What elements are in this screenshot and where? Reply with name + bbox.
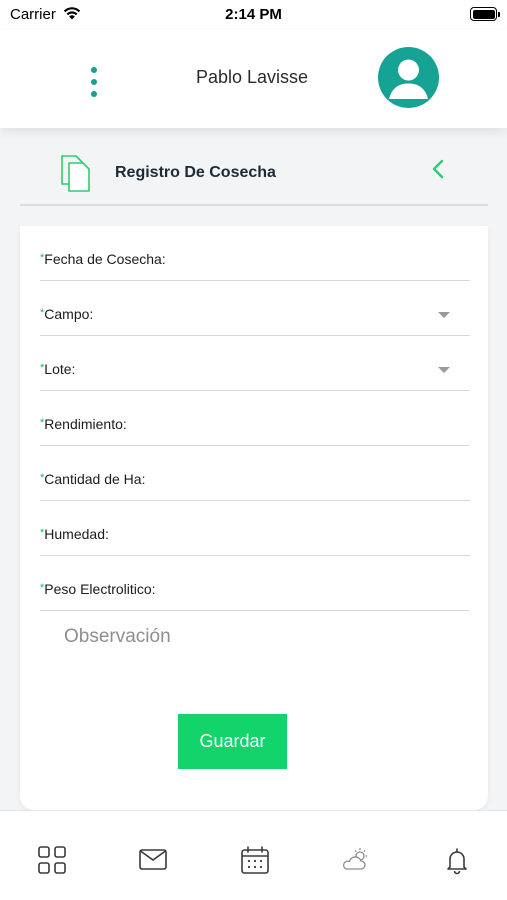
humidity-field[interactable]: *Humedad: (40, 501, 470, 556)
app-header: Pablo Lavisse (0, 30, 507, 128)
caret-down-icon[interactable] (438, 312, 450, 318)
grid-icon[interactable] (37, 845, 67, 875)
hectares-field[interactable]: *Cantidad de Ha: (40, 446, 470, 501)
more-vertical-icon[interactable] (84, 65, 104, 99)
field-label: *Lote: (40, 361, 75, 377)
page-title: Registro De Cosecha (115, 164, 276, 181)
harvest-form: *Fecha de Cosecha: *Campo: *Lote: *Rendi… (20, 226, 488, 810)
battery-icon (470, 7, 500, 21)
caret-down-icon[interactable] (438, 367, 450, 373)
field-label: *Fecha de Cosecha: (40, 251, 166, 267)
bottom-tab-bar (0, 810, 507, 900)
yield-field[interactable]: *Rendimiento: (40, 391, 470, 446)
field-label: *Humedad: (40, 526, 109, 542)
field-select[interactable]: *Campo: (40, 281, 470, 336)
field-label-text: Rendimiento: (44, 416, 127, 432)
save-button[interactable]: Guardar (178, 714, 287, 769)
field-label-text: Fecha de Cosecha: (44, 251, 166, 267)
observation-input[interactable] (40, 614, 470, 694)
clock-time: 2:14 PM (225, 6, 282, 23)
field-label-text: Cantidad de Ha: (44, 471, 146, 487)
harvest-date-field[interactable]: *Fecha de Cosecha: (40, 226, 470, 281)
field-label: *Rendimiento: (40, 416, 127, 432)
field-label-text: Peso Electrolitico: (44, 581, 156, 597)
field-label: *Cantidad de Ha: (40, 471, 145, 487)
status-bar: Carrier 2:14 PM (0, 0, 507, 30)
bell-icon[interactable] (442, 845, 472, 875)
weather-icon[interactable] (340, 845, 370, 875)
mail-icon[interactable] (138, 845, 168, 875)
field-label-text: Campo: (44, 306, 94, 322)
user-avatar-icon[interactable] (378, 47, 439, 108)
field-label: *Campo: (40, 306, 93, 322)
field-label-text: Humedad: (44, 526, 109, 542)
field-label: *Peso Electrolitico: (40, 581, 156, 597)
user-name: Pablo Lavisse (196, 67, 309, 87)
section-header: Registro De Cosecha (20, 128, 488, 206)
field-label-text: Lote: (44, 361, 76, 377)
calendar-icon[interactable] (240, 845, 270, 875)
chevron-left-icon[interactable] (429, 158, 447, 180)
lot-select[interactable]: *Lote: (40, 336, 470, 391)
documents-icon (61, 155, 90, 192)
electrolytic-weight-field[interactable]: *Peso Electrolitico: (40, 556, 470, 611)
